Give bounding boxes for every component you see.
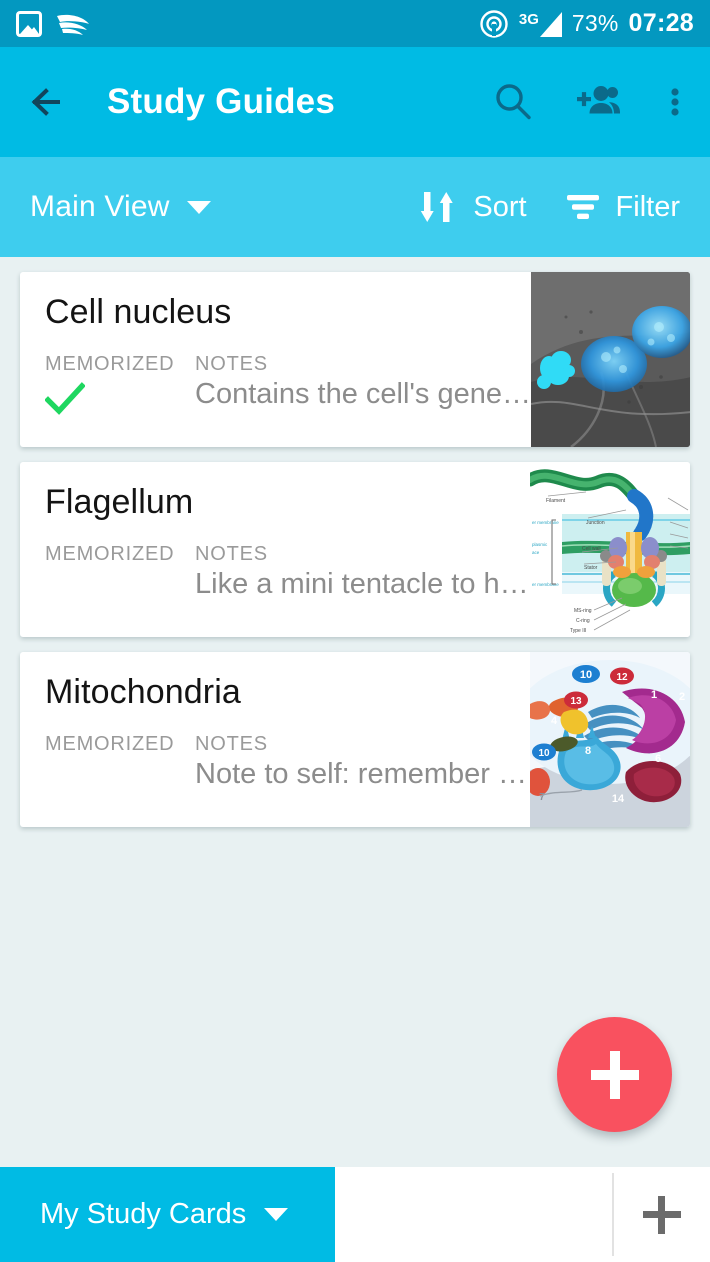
- svg-text:ace: ace: [532, 550, 540, 555]
- tab-label: My Study Cards: [40, 1198, 247, 1230]
- check-icon: [45, 382, 85, 416]
- notes-label: NOTES: [195, 543, 268, 566]
- notes-value: Like a mini tentacle to h…: [195, 568, 529, 601]
- card-body: Flagellum MEMORIZED NOTES Like a mini te…: [20, 462, 530, 637]
- notes-value: Note to self: remember …: [195, 758, 527, 791]
- svg-text:10: 10: [538, 748, 550, 759]
- svg-text:8: 8: [585, 745, 591, 757]
- svg-text:13: 13: [570, 696, 582, 707]
- swiftkey-swoosh-icon: [57, 14, 89, 35]
- signal-bars-icon: [539, 11, 562, 37]
- card-title: Mitochondria: [45, 673, 241, 711]
- svg-text:12: 12: [616, 672, 628, 683]
- study-card-list: Cell nucleus MEMORIZED NOTES Contains th…: [0, 257, 710, 842]
- svg-text:C-ring: C-ring: [576, 618, 590, 624]
- memorized-column: MEMORIZED: [45, 543, 195, 610]
- memorized-value: [45, 572, 195, 610]
- filter-button[interactable]: Filter: [565, 191, 680, 224]
- sub-toolbar: Main View Sort Filter: [0, 157, 710, 257]
- svg-text:2: 2: [679, 691, 685, 703]
- status-bar-left-icons: [16, 10, 90, 37]
- add-people-icon[interactable]: [576, 79, 622, 125]
- notes-label: NOTES: [195, 353, 268, 376]
- svg-text:er membrane: er membrane: [532, 520, 559, 525]
- memorized-column: MEMORIZED: [45, 353, 195, 420]
- notes-column: NOTES Note to self: remember …: [195, 733, 530, 800]
- svg-text:Cell wall: Cell wall: [582, 546, 601, 552]
- app-bar: Study Guides: [0, 47, 710, 157]
- svg-text:10: 10: [580, 669, 592, 681]
- add-tab-button[interactable]: [614, 1167, 710, 1262]
- notes-column: NOTES Like a mini tentacle to h…: [195, 543, 530, 610]
- microscopy-cell-nuclei-image: [531, 272, 690, 447]
- memorized-label: MEMORIZED: [45, 353, 175, 376]
- signal-indicator: 3G: [519, 10, 562, 38]
- notes-column: NOTES Contains the cell's gene…: [195, 353, 531, 420]
- memorized-label: MEMORIZED: [45, 543, 175, 566]
- svg-text:4: 4: [551, 715, 558, 727]
- page-title: Study Guides: [107, 82, 335, 121]
- plus-icon: [643, 1195, 681, 1234]
- card-body: Cell nucleus MEMORIZED NOTES Contains th…: [20, 272, 531, 447]
- card-title: Cell nucleus: [45, 293, 232, 331]
- list-item[interactable]: Cell nucleus MEMORIZED NOTES Contains th…: [20, 272, 690, 447]
- card-thumbnail: [531, 272, 690, 447]
- filter-icon: [566, 195, 599, 219]
- svg-text:plasmic: plasmic: [532, 542, 548, 547]
- back-arrow-icon[interactable]: [22, 75, 76, 129]
- svg-text:1: 1: [651, 689, 657, 701]
- cast-icon: [480, 9, 508, 38]
- card-meta: MEMORIZED NOTES Like a mini tentacle to …: [45, 543, 530, 610]
- sub-toolbar-actions: Sort Filter: [420, 189, 680, 225]
- search-icon[interactable]: [490, 79, 536, 125]
- svg-text:7: 7: [539, 792, 545, 803]
- app-screen: 3G 73% 07:28 Study Guides Main View Sort…: [0, 0, 710, 1262]
- svg-text:14: 14: [612, 793, 625, 805]
- svg-text:Type III: Type III: [570, 628, 586, 634]
- memorized-column: MEMORIZED: [45, 733, 195, 800]
- filter-label: Filter: [615, 190, 680, 223]
- status-bar-clock: 07:28: [628, 9, 694, 37]
- svg-text:Junction: Junction: [586, 520, 605, 526]
- tab-my-study-cards[interactable]: My Study Cards: [0, 1167, 335, 1262]
- card-title: Flagellum: [45, 483, 194, 521]
- battery-percent: 73%: [571, 10, 619, 36]
- svg-text:6: 6: [655, 753, 661, 765]
- view-selector[interactable]: Main View: [30, 190, 211, 224]
- bacterial-flagellum-diagram-image: Filament Junction Cell wall Stator MS-ri…: [530, 462, 690, 637]
- notes-value: Contains the cell's gene…: [195, 378, 532, 411]
- chevron-down-icon: [186, 200, 211, 214]
- memorized-value: [45, 762, 195, 800]
- card-thumbnail: Filament Junction Cell wall Stator MS-ri…: [530, 462, 690, 637]
- svg-text:MS-ring: MS-ring: [574, 608, 592, 614]
- gallery-icon: [16, 10, 42, 37]
- status-bar-right-icons: 3G 73% 07:28: [479, 9, 694, 39]
- cell-organelles-illustration-image: 10 12 13 10 1 2 4 6 8 7 14: [530, 652, 690, 827]
- chevron-down-icon: [264, 1208, 289, 1221]
- svg-text:Stator: Stator: [584, 565, 598, 571]
- app-bar-actions: [490, 79, 688, 125]
- memorized-label: MEMORIZED: [45, 733, 175, 756]
- sort-arrows-icon: [421, 192, 454, 222]
- notes-label: NOTES: [195, 733, 268, 756]
- plus-icon: [590, 1050, 639, 1099]
- view-selector-label: Main View: [30, 190, 170, 223]
- card-meta: MEMORIZED NOTES Note to self: remember …: [45, 733, 530, 800]
- card-meta: MEMORIZED NOTES Contains the cell's gene…: [45, 353, 531, 420]
- bottom-bar-spacer: [335, 1167, 612, 1262]
- sort-label: Sort: [473, 190, 527, 223]
- add-card-fab[interactable]: [557, 1017, 672, 1132]
- memorized-value: [45, 382, 195, 420]
- card-body: Mitochondria MEMORIZED NOTES Note to sel…: [20, 652, 530, 827]
- network-type-label: 3G: [518, 10, 539, 28]
- status-bar: 3G 73% 07:28: [0, 0, 710, 47]
- list-item[interactable]: Flagellum MEMORIZED NOTES Like a mini te…: [20, 462, 690, 637]
- list-item[interactable]: Mitochondria MEMORIZED NOTES Note to sel…: [20, 652, 690, 827]
- overflow-menu-icon[interactable]: [662, 79, 688, 125]
- sort-button[interactable]: Sort: [420, 189, 527, 225]
- card-thumbnail: 10 12 13 10 1 2 4 6 8 7 14: [530, 652, 690, 827]
- svg-text:Filament: Filament: [546, 498, 566, 504]
- bottom-bar: My Study Cards: [0, 1167, 710, 1262]
